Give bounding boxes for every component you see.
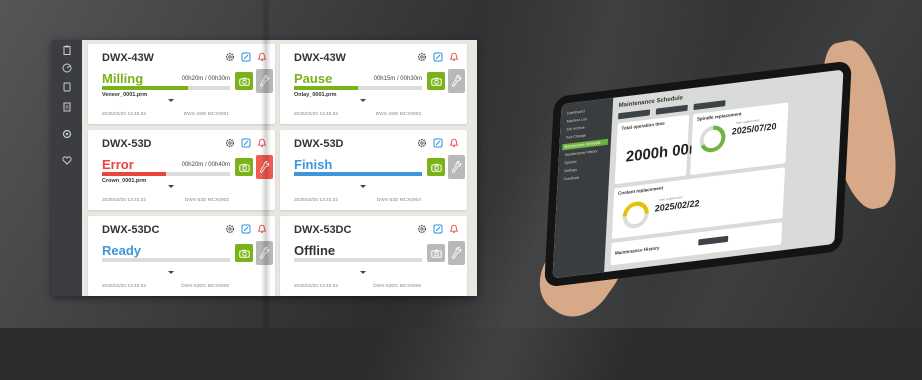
tablet-nav-settings[interactable]: Settings [564, 168, 577, 174]
tablet-nav-maintenance-schedule[interactable]: Maintenance Schedule [562, 138, 609, 151]
tablet-tab-2[interactable] [655, 104, 688, 115]
tablet-nav-options[interactable]: Options [564, 160, 577, 166]
tablet-tab-3[interactable] [693, 100, 726, 111]
tablet-nav-dashboard[interactable]: Dashboard [567, 109, 585, 115]
spindle-panel: Spindle replacement Next replacement 202… [690, 102, 789, 175]
total-operation-panel: Total operation time 2000h 00m [614, 114, 703, 185]
tablet-nav-tool-change[interactable]: Tool Change [566, 133, 586, 140]
tablet-device: Dashboard Machine List Job Archive Tool … [544, 60, 852, 288]
coolant-gauge [622, 201, 649, 229]
tablet-screen: Dashboard Machine List Job Archive Tool … [552, 69, 844, 279]
tablet-nav-feedback[interactable]: Feedback [563, 175, 579, 181]
total-operation-label: Total operation time [621, 120, 665, 132]
tablet-sidebar: Dashboard Machine List Job Archive Tool … [552, 97, 614, 279]
spindle-gauge [699, 125, 726, 153]
tablet-nav-maintenance-history[interactable]: Maintenance History [565, 149, 598, 157]
tablet-tab-1[interactable] [618, 109, 651, 120]
tablet-photo: Dashboard Machine List Job Archive Tool … [0, 0, 922, 330]
history-label: Maintenance History [614, 245, 660, 256]
spindle-label: Spindle replacement [696, 111, 742, 122]
tablet-nav-job-archive[interactable]: Job Archive [566, 125, 585, 131]
coolant-label: Coolant replacement [617, 185, 664, 196]
tablet-nav-machine-list[interactable]: Machine List [567, 117, 587, 124]
history-button[interactable] [698, 235, 729, 246]
